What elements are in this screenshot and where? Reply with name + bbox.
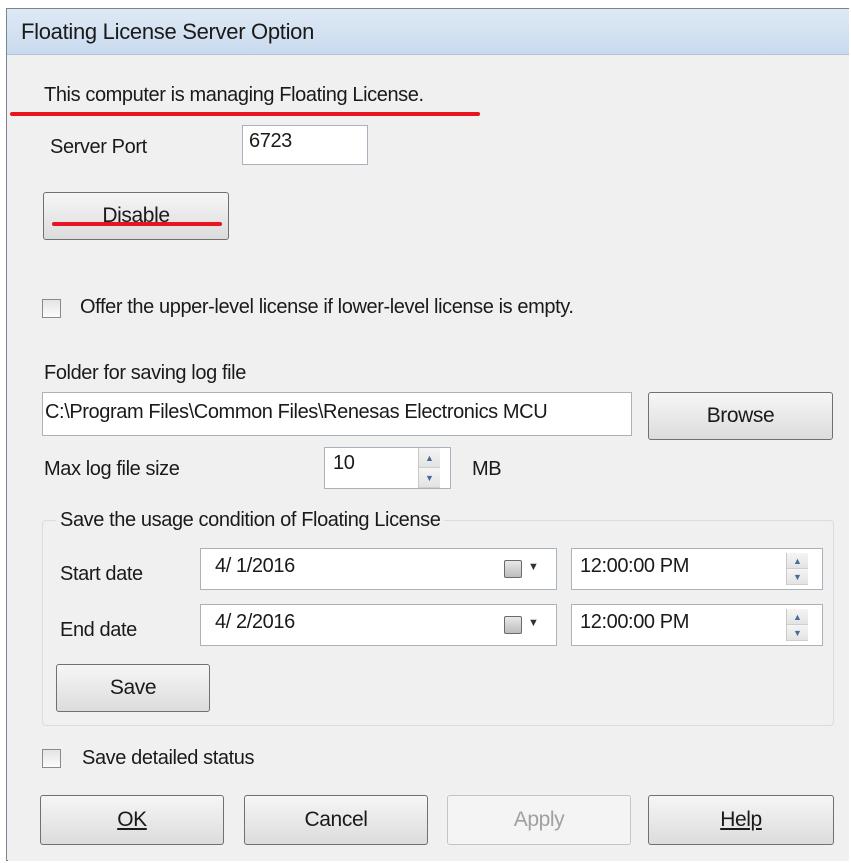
apply-button[interactable]: Apply: [447, 795, 631, 845]
dialog-title: Floating License Server Option: [7, 9, 849, 55]
help-button[interactable]: Help: [648, 795, 834, 845]
offer-upper-level-label: Offer the upper-level license if lower-l…: [80, 296, 574, 318]
end-time-value: 12:00:00 PM: [580, 611, 690, 633]
spin-down-icon[interactable]: ▼: [787, 625, 808, 641]
browse-button[interactable]: Browse: [648, 392, 833, 440]
detailed-status-checkbox[interactable]: [42, 749, 61, 768]
status-message: This computer is managing Floating Licen…: [44, 84, 424, 106]
spin-down-icon[interactable]: ▼: [787, 569, 808, 585]
start-date-value: 4/ 1/2016: [215, 555, 295, 577]
start-time-value: 12:00:00 PM: [580, 555, 690, 577]
detailed-status-label: Save detailed status: [82, 747, 255, 769]
max-log-size-unit: MB: [472, 458, 502, 480]
max-log-size-spinner[interactable]: ▲ ▼: [418, 448, 440, 488]
start-time-spinner[interactable]: ▲ ▼: [786, 553, 808, 585]
server-port-label: Server Port: [50, 136, 147, 159]
dialog-body: This computer is managing Floating Licen…: [8, 56, 849, 861]
help-button-label: Help: [720, 808, 762, 831]
spin-up-icon[interactable]: ▲: [787, 553, 808, 569]
apply-button-label: Apply: [513, 808, 565, 831]
ok-button[interactable]: OK: [40, 795, 224, 845]
server-port-label-text: Server Port: [50, 136, 147, 158]
browse-button-label: Browse: [706, 404, 775, 427]
end-date-value: 4/ 2/2016: [215, 611, 295, 633]
start-date-label: Start date: [60, 563, 143, 585]
annotation-underline-status: [10, 112, 480, 116]
ok-button-label: OK: [117, 808, 147, 831]
max-log-size-label: Max log file size: [44, 458, 180, 480]
cancel-button[interactable]: Cancel: [244, 795, 428, 845]
chevron-down-icon[interactable]: ▼: [528, 617, 539, 629]
save-usage-button-label: Save: [109, 676, 157, 699]
spin-up-icon[interactable]: ▲: [419, 448, 440, 468]
chevron-down-icon[interactable]: ▼: [528, 561, 539, 573]
log-folder-input[interactable]: C:\Program Files\Common Files\Renesas El…: [42, 392, 632, 436]
calendar-icon[interactable]: [504, 616, 522, 634]
spin-up-icon[interactable]: ▲: [787, 609, 808, 625]
save-usage-button[interactable]: Save: [56, 664, 210, 712]
log-folder-label: Folder for saving log file: [44, 362, 246, 384]
calendar-icon[interactable]: [504, 560, 522, 578]
end-time-spinner[interactable]: ▲ ▼: [786, 609, 808, 641]
disable-button[interactable]: Disable: [43, 192, 229, 240]
max-log-size-value: 10: [333, 452, 355, 474]
usage-condition-group-title: Save the usage condition of Floating Lic…: [56, 509, 445, 532]
annotation-underline-disable: [52, 222, 222, 226]
cancel-button-label: Cancel: [304, 808, 368, 831]
spin-down-icon[interactable]: ▼: [419, 468, 440, 488]
offer-upper-level-checkbox[interactable]: [42, 299, 61, 318]
end-date-label: End date: [60, 619, 137, 641]
server-port-input[interactable]: 6723: [242, 125, 368, 165]
